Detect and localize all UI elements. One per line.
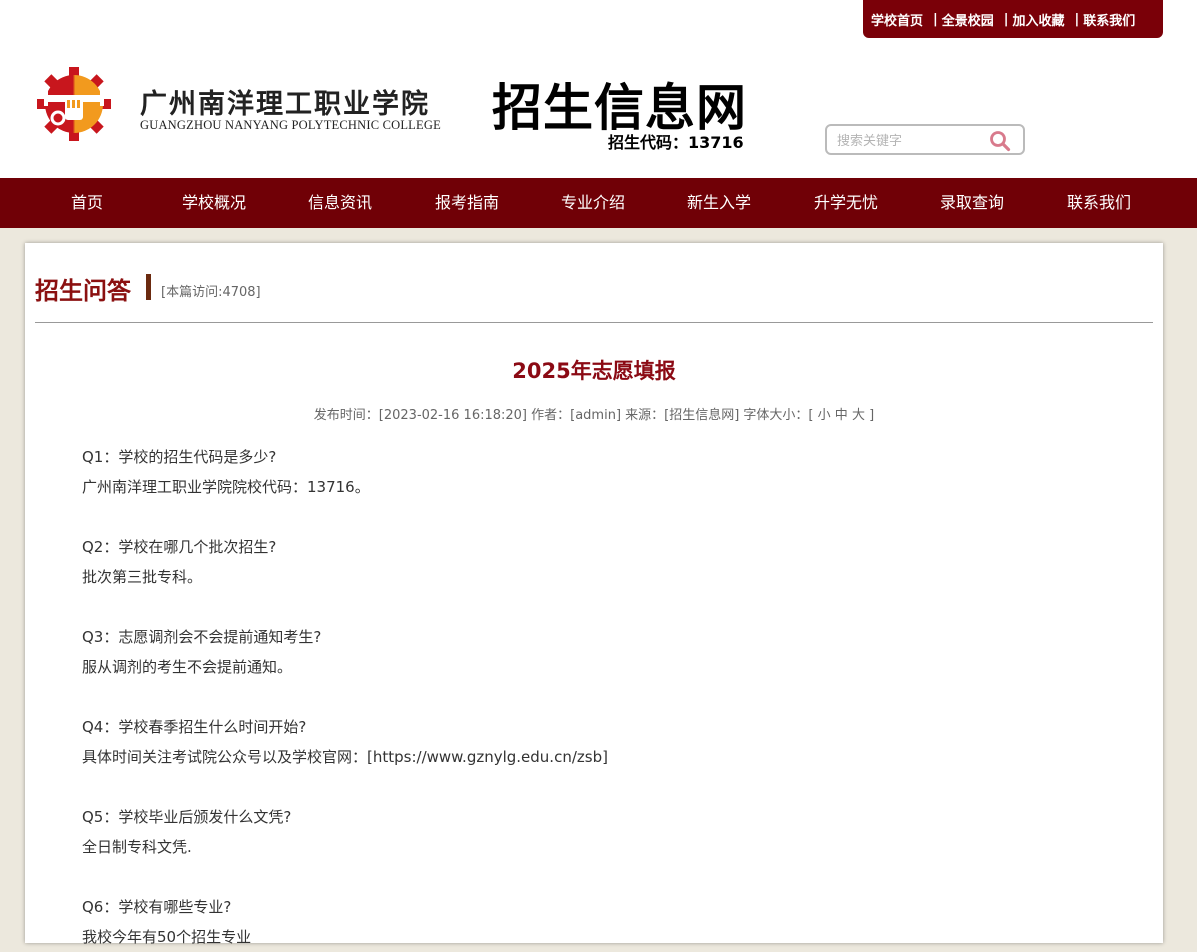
- qa-question: Q1：学校的招生代码是多少?: [82, 448, 277, 466]
- nav-admission-query[interactable]: 录取查询: [940, 178, 1004, 228]
- nav-majors[interactable]: 专业介绍: [561, 178, 625, 228]
- qa-answer: 批次第三批专科。: [82, 568, 203, 586]
- qa-item: Q6：学校有哪些专业? 我校今年有50个招生专业: [82, 892, 982, 952]
- qa-item: Q3：志愿调剂会不会提前通知考生? 服从调剂的考生不会提前通知。: [82, 622, 982, 682]
- visit-count: [本篇访问:4708]: [161, 285, 261, 300]
- separator: |: [933, 11, 938, 27]
- qa-question: Q3：志愿调剂会不会提前通知考生?: [82, 628, 322, 646]
- top-link-panorama[interactable]: 全景校园: [942, 10, 994, 29]
- top-link-home[interactable]: 学校首页: [871, 10, 923, 29]
- qa-item: Q1：学校的招生代码是多少? 广州南洋理工职业学院院校代码：13716。: [82, 442, 982, 502]
- college-emblem-icon: [37, 67, 111, 141]
- qa-answer: 全日制专科文凭.: [82, 838, 192, 856]
- college-name-en: GUANGZHOU NANYANG POLYTECHNIC COLLEGE: [140, 118, 441, 132]
- qa-question: Q2：学校在哪几个批次招生?: [82, 538, 277, 556]
- nav-further-study[interactable]: 升学无忧: [814, 178, 878, 228]
- enrollment-code: 招生代码：13716: [608, 133, 744, 152]
- separator: |: [1074, 11, 1080, 27]
- nav-freshman[interactable]: 新生入学: [687, 178, 751, 228]
- search-input[interactable]: [835, 130, 987, 152]
- college-name-cn: 广州南洋理工职业学院: [140, 89, 430, 120]
- article-meta-info: 发布时间：[2023-02-16 16:18:20] 作者：[admin] 来源…: [313, 408, 814, 423]
- qa-answer: 我校今年有50个招生专业: [82, 928, 252, 946]
- college-logo[interactable]: 广州南洋理工职业学院 GUANGZHOU NANYANG POLYTECHNIC…: [26, 66, 441, 142]
- top-link-contact[interactable]: 联系我们: [1083, 10, 1135, 29]
- font-size-small-link[interactable]: 小: [818, 408, 831, 423]
- section-title-bar: [146, 274, 151, 300]
- section-title: 招生问答: [35, 277, 131, 305]
- qa-question: Q4：学校春季招生什么时间开始?: [82, 718, 307, 736]
- article-meta: 发布时间：[2023-02-16 16:18:20] 作者：[admin] 来源…: [25, 404, 1163, 423]
- qa-item: Q4：学校春季招生什么时间开始? 具体时间关注考试院公众号以及学校官网：[htt…: [82, 712, 982, 772]
- meta-bracket: ]: [869, 408, 875, 423]
- qa-question: Q6：学校有哪些专业?: [82, 898, 232, 916]
- font-size-medium-link[interactable]: 中: [835, 408, 848, 423]
- nav-contact[interactable]: 联系我们: [1067, 178, 1131, 228]
- divider: [35, 322, 1153, 323]
- qa-item: Q2：学校在哪几个批次招生? 批次第三批专科。: [82, 532, 982, 592]
- nav-home[interactable]: 首页: [71, 178, 103, 228]
- article-title: 2025年志愿填报: [512, 359, 676, 383]
- site-header: 学校首页 | 全景校园 | 加入收藏 | 联系我们 广州南洋理工职业学院 GUA…: [0, 0, 1197, 178]
- search-icon[interactable]: [989, 130, 1011, 152]
- search-box: [825, 124, 1025, 155]
- separator: |: [1003, 11, 1009, 27]
- top-links-bar: 学校首页 | 全景校园 | 加入收藏 | 联系我们: [863, 0, 1163, 38]
- qa-question: Q5：学校毕业后颁发什么文凭?: [82, 808, 292, 826]
- qa-answer: 具体时间关注考试院公众号以及学校官网：[https://www.gznylg.e…: [82, 748, 608, 766]
- nav-news[interactable]: 信息资讯: [308, 178, 372, 228]
- content-panel: 招生问答 [本篇访问:4708] 2025年志愿填报 发布时间：[2023-02…: [25, 243, 1163, 946]
- nav-application-guide[interactable]: 报考指南: [435, 178, 499, 228]
- font-size-large-link[interactable]: 大: [852, 408, 865, 423]
- main-nav: 首页 学校概况 信息资讯 报考指南 专业介绍 新生入学 升学无忧 录取查询 联系…: [0, 178, 1197, 228]
- qa-item: Q5：学校毕业后颁发什么文凭? 全日制专科文凭.: [82, 802, 982, 862]
- qa-answer: 服从调剂的考生不会提前通知。: [82, 658, 293, 676]
- qa-answer: 广州南洋理工职业学院院校代码：13716。: [82, 478, 370, 496]
- nav-school-overview[interactable]: 学校概况: [182, 178, 246, 228]
- top-link-favorite[interactable]: 加入收藏: [1013, 10, 1065, 29]
